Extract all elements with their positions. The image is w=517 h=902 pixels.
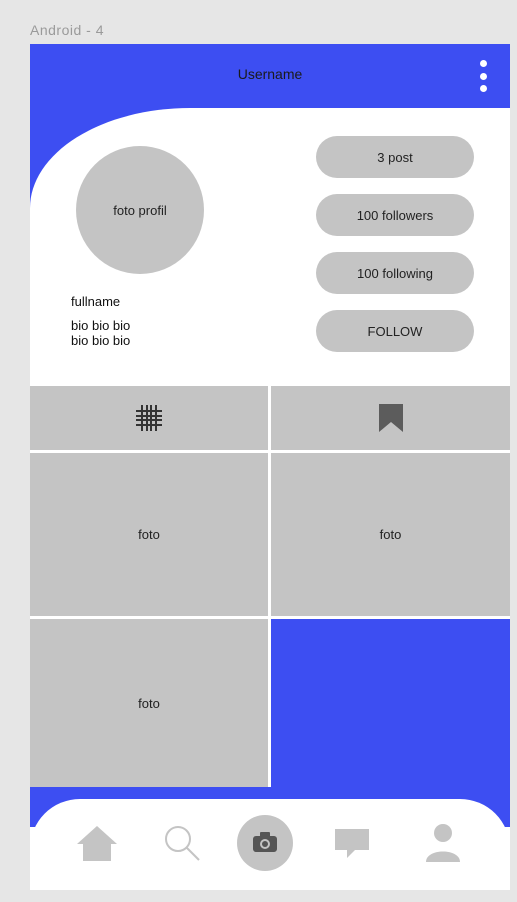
- nav-search[interactable]: [152, 813, 212, 873]
- photo-label: foto: [138, 695, 160, 711]
- followers-count-button[interactable]: 100 followers: [316, 194, 474, 236]
- photo-label: foto: [379, 527, 402, 542]
- follow-button[interactable]: FOLLOW: [316, 310, 474, 352]
- home-icon: [77, 826, 117, 861]
- bio-line-1: bio bio bio: [71, 318, 131, 333]
- username-title: Username: [237, 66, 303, 82]
- bio-line-2: bio bio bio: [71, 333, 131, 348]
- bottom-navigation: [30, 799, 510, 890]
- profile-photo[interactable]: foto profil: [76, 146, 204, 274]
- profile-section: foto profil fullname bio bio bio bio bio…: [30, 108, 510, 383]
- app-bar: Username: [30, 44, 510, 108]
- bio: bio bio bio bio bio bio: [71, 318, 130, 348]
- tab-saved[interactable]: [271, 386, 510, 450]
- tab-posts-grid[interactable]: [30, 386, 268, 450]
- profile-tabs: [30, 386, 510, 450]
- nav-messages[interactable]: [322, 813, 382, 873]
- posts-count-button[interactable]: 3 post: [316, 136, 474, 178]
- kebab-menu-icon[interactable]: [478, 60, 488, 92]
- photo-tile-2[interactable]: foto: [271, 453, 510, 616]
- grid-icon: [136, 405, 162, 431]
- camera-icon: [237, 815, 293, 871]
- bookmark-icon: [378, 404, 403, 432]
- profile-photo-label: foto profil: [113, 202, 167, 218]
- frame-label: Android - 4: [30, 22, 104, 38]
- photo-label: foto: [138, 527, 160, 542]
- empty-tile: [271, 619, 510, 809]
- nav-camera[interactable]: [235, 813, 295, 873]
- chat-icon: [335, 829, 369, 858]
- phone-screen: Username foto profil fullname bio bio bi…: [30, 44, 510, 890]
- nav-home[interactable]: [67, 813, 127, 873]
- full-name: fullname: [71, 294, 121, 309]
- following-count-button[interactable]: 100 following: [316, 252, 474, 294]
- search-icon: [165, 826, 200, 861]
- profile-icon: [426, 824, 460, 862]
- photo-tile-3[interactable]: foto: [30, 619, 268, 787]
- nav-profile[interactable]: [413, 813, 473, 873]
- photo-tile-1[interactable]: foto: [30, 453, 268, 616]
